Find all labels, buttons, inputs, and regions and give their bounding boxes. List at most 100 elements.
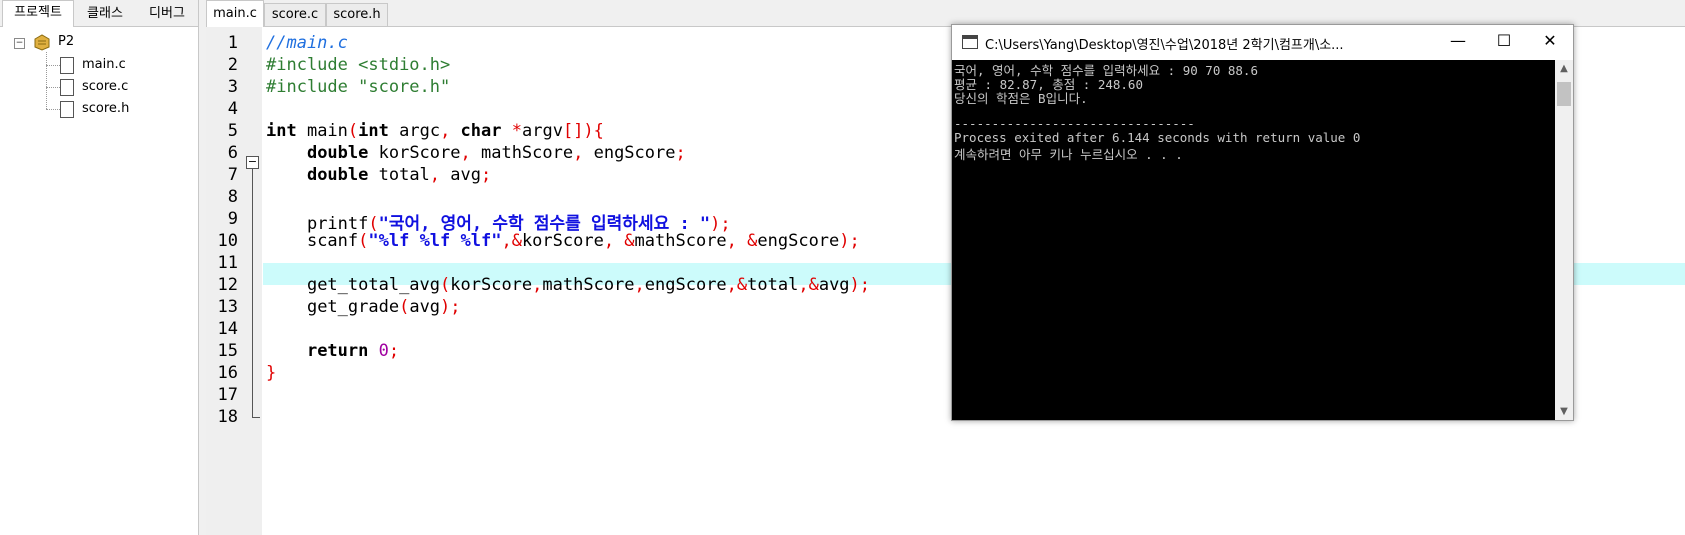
function-name: get_grade <box>306 297 400 317</box>
editor-tab-main-c[interactable]: main.c <box>206 0 264 27</box>
comment: //main.c <box>266 33 348 53</box>
punct: , <box>429 165 441 185</box>
punct: ); <box>839 231 860 251</box>
code-line: } <box>266 363 276 383</box>
line-number: 14 <box>217 319 238 339</box>
punct: ; <box>675 143 686 163</box>
file-icon <box>60 57 74 74</box>
identifier: engScore <box>757 231 840 251</box>
line-number: 17 <box>217 385 238 405</box>
keyword: int <box>358 121 389 141</box>
tree-branch <box>46 87 60 88</box>
keyword: char <box>450 121 502 141</box>
tree-line <box>46 52 47 109</box>
number-literal: 0 <box>378 341 389 361</box>
code-line: double korScore, mathScore, engScore; <box>266 143 686 163</box>
tab-class[interactable]: 클래스 <box>76 2 134 26</box>
editor-tab-bar: main.c score.c score.h <box>206 0 1685 27</box>
punct: , <box>634 275 645 295</box>
identifier: argv <box>522 121 563 141</box>
console-line: 당신의 학점은 B입니다. <box>954 91 1088 106</box>
punct: } <box>266 363 277 383</box>
console-title: C:\Users\Yang\Desktop\영진\수업\2018년 2학기\컴프… <box>985 38 1344 53</box>
line-number: 2 <box>227 55 238 75</box>
file-item-score-c[interactable]: score.c <box>82 79 128 94</box>
scroll-thumb[interactable] <box>1557 82 1571 106</box>
punct: ; <box>388 341 400 361</box>
punct: ( <box>358 231 369 251</box>
line-number: 11 <box>217 253 238 273</box>
identifier: total <box>368 165 430 185</box>
collapse-toggle-icon[interactable]: − <box>14 38 25 49</box>
code-line: return 0; <box>266 341 399 361</box>
code-line: #include "score.h" <box>266 77 450 97</box>
fold-line <box>252 169 253 418</box>
maximize-button[interactable]: ☐ <box>1481 25 1527 57</box>
editor-tab-score-c[interactable]: score.c <box>264 3 326 26</box>
project-panel: 프로젝트 클래스 디버그 − P2 main.c score.c score.h <box>0 0 199 535</box>
line-number: 9 <box>227 209 238 229</box>
identifier: mathScore <box>542 275 635 295</box>
close-button[interactable]: ✕ <box>1527 25 1573 57</box>
line-number: 7 <box>227 165 238 185</box>
code-line: scanf("%lf %lf %lf",&korScore, &mathScor… <box>266 231 860 251</box>
console-titlebar[interactable]: C:\Users\Yang\Desktop\영진\수업\2018년 2학기\컴프… <box>952 25 1573 60</box>
identifier: avg <box>818 275 850 295</box>
console-output[interactable]: 국어, 영어, 수학 점수를 입력하세요 : 90 70 88.6 평균 : 8… <box>952 60 1555 420</box>
fold-end <box>252 417 260 418</box>
keyword: int <box>266 121 297 141</box>
punct: , <box>440 121 451 141</box>
line-number: 1 <box>227 33 238 53</box>
punct: ,& <box>798 275 819 295</box>
editor-tab-score-h[interactable]: score.h <box>326 3 388 26</box>
line-number: 16 <box>217 363 238 383</box>
function-name: get_total_avg <box>306 275 441 295</box>
line-number: 5 <box>227 121 238 141</box>
tab-project[interactable]: 프로젝트 <box>2 0 74 27</box>
identifier: engScore <box>583 143 676 163</box>
minimize-button[interactable]: — <box>1435 25 1481 57</box>
line-number: 6 <box>227 143 238 163</box>
file-icon <box>60 101 74 118</box>
punct: ,& <box>501 231 522 251</box>
project-name[interactable]: P2 <box>58 34 74 49</box>
identifier: korScore <box>450 275 533 295</box>
punct: , <box>460 143 471 163</box>
fold-collapse-icon[interactable]: − <box>246 156 259 169</box>
tab-debug[interactable]: 디버그 <box>138 2 196 26</box>
console-line: Process exited after 6.144 seconds with … <box>954 130 1361 145</box>
file-item-main-c[interactable]: main.c <box>82 57 126 72</box>
identifier: engScore <box>644 275 727 295</box>
preprocessor: #include <box>266 55 359 75</box>
punct: , & <box>726 231 758 251</box>
console-line: -------------------------------- <box>954 116 1195 131</box>
identifier: avg <box>440 165 481 185</box>
identifier: main <box>296 121 348 141</box>
keyword: double <box>306 143 369 163</box>
identifier: total <box>747 275 799 295</box>
console-window[interactable]: C:\Users\Yang\Desktop\영진\수업\2018년 2학기\컴프… <box>951 24 1574 421</box>
include-path: <stdio.h> <box>358 55 451 75</box>
identifier: mathScore <box>470 143 574 163</box>
line-number-gutter: 1 2 3 4 5 6 7 8 9 10 11 12 13 14 15 16 1… <box>206 27 262 535</box>
file-icon <box>60 79 74 96</box>
punct: , & <box>603 231 635 251</box>
punct: * <box>511 121 522 141</box>
punct: ); <box>849 275 871 295</box>
preprocessor: #include "score.h" <box>266 77 451 97</box>
line-number: 8 <box>227 187 238 207</box>
code-line: get_grade(avg); <box>266 297 461 317</box>
function-name: scanf <box>306 231 359 251</box>
scroll-up-icon[interactable]: ▲ <box>1555 60 1573 77</box>
console-scrollbar[interactable]: ▲ ▼ <box>1555 60 1573 420</box>
identifier: korScore <box>521 231 604 251</box>
punct: , <box>573 143 584 163</box>
line-number: 15 <box>217 341 238 361</box>
scroll-down-icon[interactable]: ▼ <box>1555 403 1573 420</box>
identifier: argc <box>388 121 441 141</box>
line-number: 13 <box>217 297 238 317</box>
file-item-score-h[interactable]: score.h <box>82 101 129 116</box>
tree-branch <box>46 109 60 110</box>
left-panel-tabs: 프로젝트 클래스 디버그 <box>0 0 198 27</box>
